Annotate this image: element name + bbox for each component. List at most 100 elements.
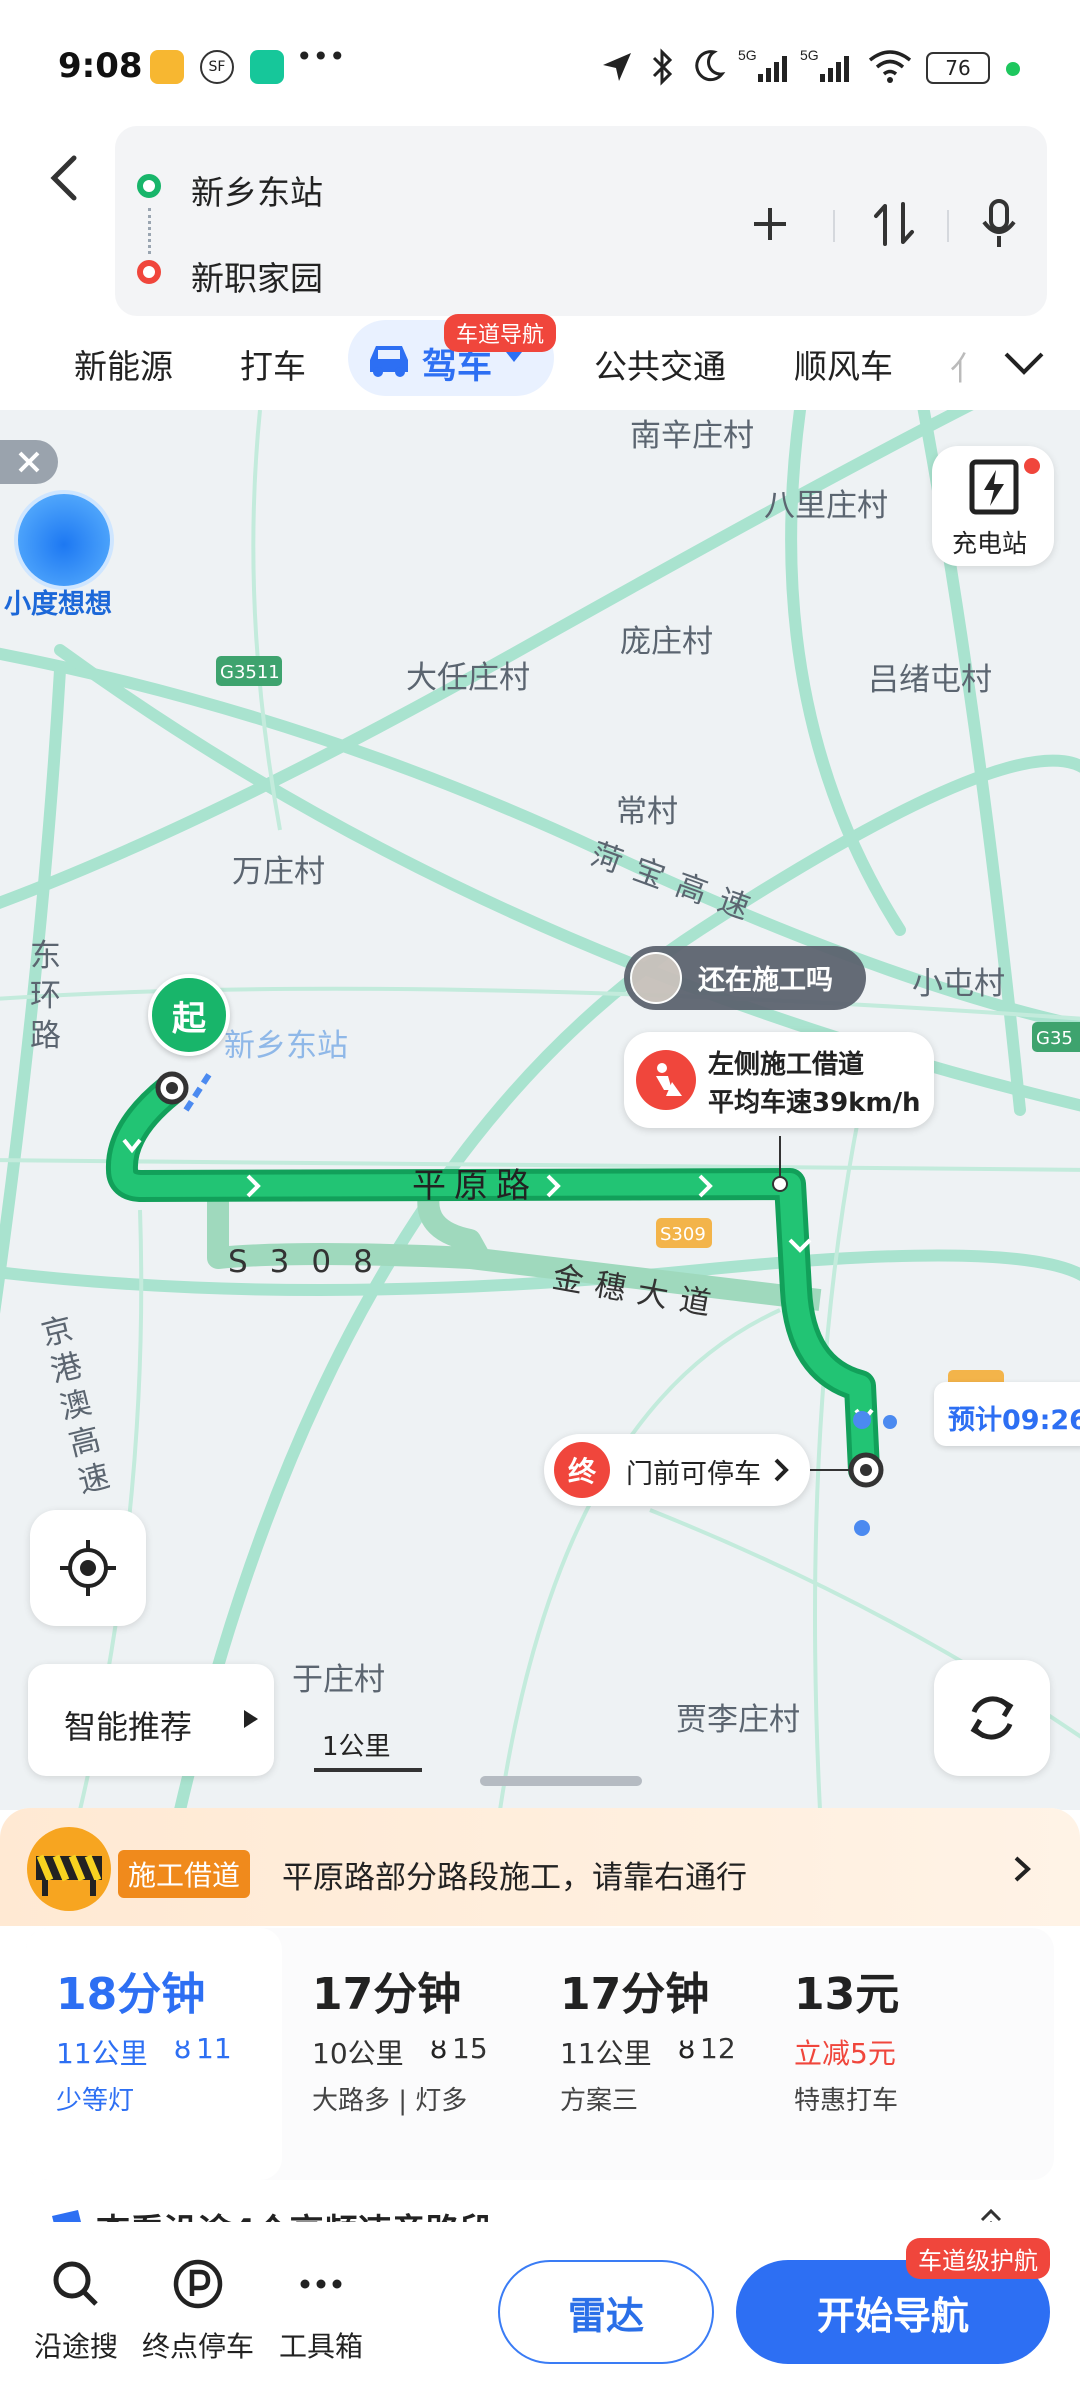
highway-badge-g3511: G3511	[220, 662, 280, 683]
taxi-tag: 特惠打车	[794, 2086, 899, 2116]
active-dot	[1006, 62, 1020, 76]
signal-5g-icon: 5G	[738, 47, 787, 82]
map-label-jiali: 贾李庄村	[676, 1702, 800, 1738]
route-1-lights: 11	[196, 2032, 232, 2065]
wifi-icon	[868, 50, 912, 83]
route-3-time: 17分钟	[560, 1969, 710, 2020]
route-1-tag: 少等灯	[56, 2086, 135, 2116]
end-marker: 终	[554, 1442, 610, 1498]
origin-field[interactable]: 新乡东站	[191, 166, 323, 214]
drag-handle[interactable]	[480, 1776, 642, 1786]
end-marker-label: 终	[567, 1455, 596, 1488]
map-label-yuzhuang: 于庄村	[292, 1662, 385, 1698]
map-scale-label: 1公里	[322, 1732, 391, 1762]
lane-navigation-badge: 车道导航	[444, 314, 557, 352]
parking-icon	[173, 2259, 223, 2309]
back-arrow-icon[interactable]	[40, 148, 90, 208]
locate-icon	[60, 1540, 116, 1596]
smart-recommend-button[interactable]: 智能推荐	[28, 1664, 274, 1776]
charging-notify-dot	[1024, 458, 1040, 474]
refresh-icon	[970, 1696, 1014, 1740]
destination-dot-icon	[137, 260, 161, 284]
user-comment-bubble[interactable]: 还在施工吗	[624, 946, 866, 1010]
map-label-pang: 庞庄村	[620, 624, 713, 660]
traffic-light-icon: ȣ	[430, 2032, 448, 2065]
route-2-lights: 15	[452, 2032, 488, 2065]
map-label-lvxu: 吕绪屯村	[868, 662, 992, 698]
bluetooth-icon	[652, 48, 673, 86]
svg-text:5G: 5G	[800, 47, 819, 63]
construction-barrier-icon	[27, 1827, 111, 1911]
play-arrow-icon	[244, 1710, 258, 1728]
route-3-distance: 11公里	[560, 2037, 652, 2070]
xiaodu-avatar-icon	[14, 490, 114, 590]
signal-5g-icon: 5G	[800, 47, 849, 82]
app-icon-yellow	[150, 50, 184, 84]
construction-notice[interactable]: 施工借道 平原路部分路段施工，请靠右通行	[0, 1808, 1080, 1926]
destination-parking-bubble[interactable]: 终 门前可停车	[544, 1434, 810, 1506]
taxi-option[interactable]: 13元 立减5元 特惠打车	[794, 1928, 1050, 2180]
refresh-route-button[interactable]	[934, 1660, 1050, 1776]
tab-public-transit[interactable]: 公共交通	[594, 340, 726, 388]
route-option-3[interactable]: 17分钟 11公里 ȣ 12 方案三	[538, 1928, 794, 2180]
route-2-time: 17分钟	[312, 1969, 462, 2020]
construction-line2: 平均车速39km/h	[708, 1088, 921, 1118]
origin-dot-icon	[137, 174, 161, 198]
route-2-distance: 10公里	[312, 2037, 404, 2070]
more-dots-icon: •••	[296, 40, 346, 73]
route-connector-dots	[148, 208, 151, 254]
divider	[833, 210, 835, 242]
add-waypoint-icon[interactable]	[750, 204, 790, 244]
tab-overflow-fade: 亻	[950, 349, 983, 388]
route-3-lights: 12	[700, 2032, 736, 2065]
destination-field[interactable]: 新职家园	[191, 252, 323, 300]
lane-guard-badge: 车道级护航	[906, 2238, 1050, 2279]
chevron-right-icon	[1014, 1856, 1031, 1882]
divider	[947, 210, 949, 242]
tab-carpool[interactable]: 顺风车	[794, 340, 893, 388]
expand-tabs-icon[interactable]	[1002, 348, 1046, 378]
route-options: 18分钟 11公里 ȣ 11 少等灯 17分钟 10公里 ȣ 15 大路多 | …	[26, 1928, 1054, 2180]
highway-badge-s309: S309	[660, 1224, 706, 1245]
charging-station-icon	[969, 459, 1019, 515]
locate-me-button[interactable]	[30, 1510, 146, 1626]
xiaodu-label: 小度想想	[4, 589, 112, 620]
status-bar: 9:08 SF ••• 5G 5G 76	[0, 0, 1080, 110]
battery-icon: 76	[926, 52, 990, 84]
toolbox-button[interactable]: 工具箱	[270, 2258, 372, 2365]
tab-taxi[interactable]: 打车	[240, 340, 306, 388]
search-icon	[53, 2261, 98, 2306]
route-1-distance: 11公里	[56, 2037, 148, 2070]
xiaodu-assistant[interactable]: 小度想想	[4, 490, 124, 620]
user-avatar	[630, 952, 682, 1004]
parking-label: 终点停车	[141, 2330, 254, 2363]
battery-level: 76	[945, 56, 971, 80]
destination-parking-button[interactable]: 终点停车	[138, 2258, 258, 2365]
map-label-wanzhuang: 万庄村	[232, 854, 325, 890]
swap-icon[interactable]	[872, 200, 916, 248]
close-xiaodu-button[interactable]	[0, 440, 58, 484]
route-input-box: 新乡东站 新职家园	[115, 126, 1047, 316]
search-along-button[interactable]: 沿途搜	[28, 2258, 124, 2365]
charging-station-button[interactable]: 充电站	[932, 446, 1054, 566]
taxi-price: 13元	[794, 1969, 900, 2020]
construction-info-bubble[interactable]: 左侧施工借道 平均车速39km/h	[624, 1032, 934, 1128]
location-icon	[603, 53, 631, 81]
route-option-2[interactable]: 17分钟 10公里 ȣ 15 大路多 | 灯多	[282, 1928, 538, 2180]
more-dots-icon	[300, 2279, 342, 2289]
taxi-discount: 立减5元	[794, 2037, 896, 2070]
construction-line1: 左侧施工借道	[708, 1050, 865, 1080]
toolbox-label: 工具箱	[278, 2330, 363, 2363]
radar-button[interactable]: 雷达	[498, 2260, 714, 2364]
map-label-xiaotun: 小屯村	[912, 966, 1005, 1002]
charging-station-label: 充电站	[952, 529, 1028, 558]
worker-icon	[656, 1063, 682, 1096]
user-comment-text: 还在施工吗	[698, 965, 833, 996]
close-icon	[18, 451, 40, 473]
tab-new-energy[interactable]: 新能源	[74, 340, 173, 388]
map-label-daren: 大任庄村	[406, 660, 530, 696]
map-label-pingyuan: 平原路	[412, 1166, 538, 1206]
route-option-1[interactable]: 18分钟 11公里 ȣ 11 少等灯	[26, 1928, 282, 2180]
route-map[interactable]: 南辛庄村 八里庄村 庞庄村 大任庄村 吕绪屯村 常村 万庄村 菏宝高速 小屯村 …	[0, 410, 1080, 1810]
microphone-icon[interactable]	[979, 198, 1019, 250]
